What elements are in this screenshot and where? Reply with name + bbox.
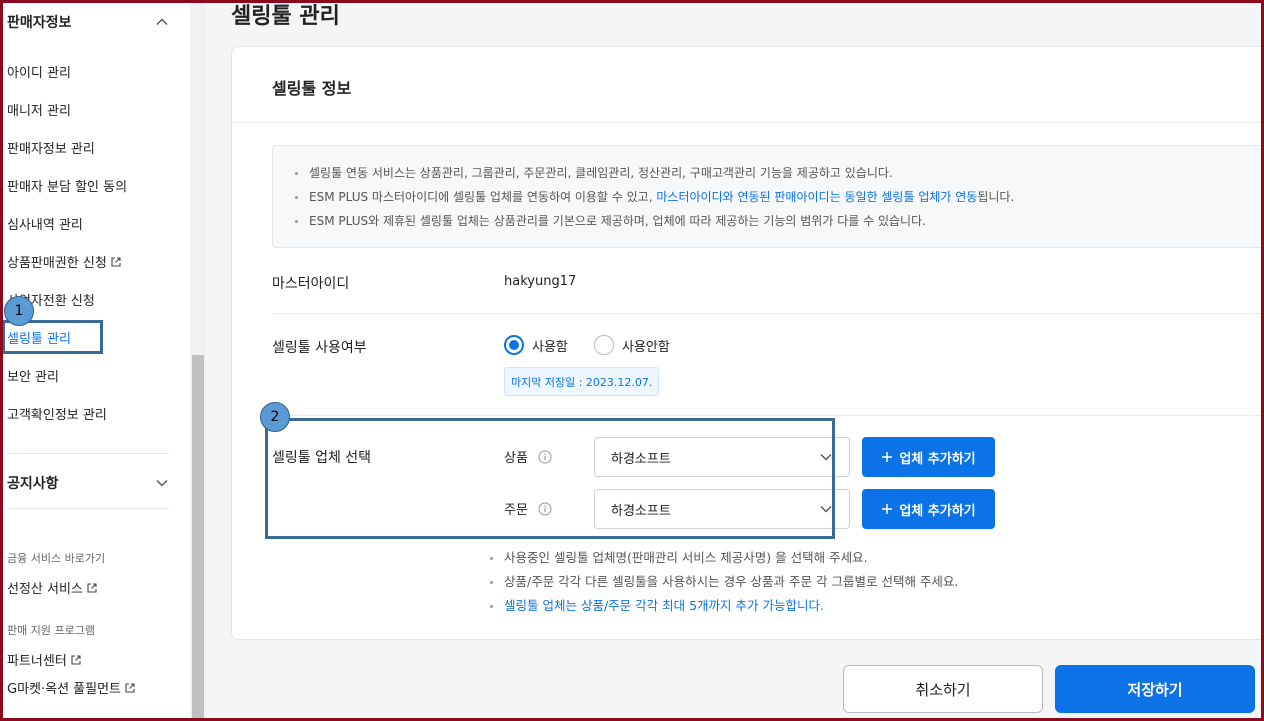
notice-highlight: 마스터아이디와 연동된 판매아이디는 동일한 셀링툴 업체가 연동 — [656, 190, 978, 204]
sidebar-item-discount-agreement[interactable]: 판매자 분담 할인 동의 — [7, 176, 127, 195]
card-title: 셀링툴 정보 — [272, 79, 352, 98]
sidebar-divider — [7, 453, 169, 454]
radio-nouse-label: 사용안함 — [622, 339, 670, 355]
save-button[interactable]: 저장하기 — [1055, 665, 1255, 713]
master-id-label: 마스터아이디 — [272, 276, 350, 292]
add-vendor-label: 업체 추가하기 — [899, 503, 976, 519]
guide-list: 사용중인 셀링툴 업체명(판매관리 서비스 제공사명) 을 선택해 주세요. 상… — [488, 546, 958, 618]
notice-line: 셀링툴 연동 서비스는 상품관리, 그룹관리, 주문관리, 클레임관리, 정산관… — [293, 161, 1264, 185]
sidebar-item-label: 상품판매권한 신청 — [7, 256, 107, 271]
chevron-down-icon — [156, 480, 168, 487]
plus-icon — [882, 452, 893, 462]
radio-nouse[interactable]: 사용안함 — [594, 335, 670, 355]
sidebar-section-notice-label: 공지사항 — [7, 476, 59, 492]
sidebar-item-label: 보안 관리 — [7, 370, 59, 385]
external-link-icon — [111, 256, 121, 267]
sidebar-section-notice[interactable]: 공지사항 — [7, 473, 169, 493]
guide-item: 상품/주문 각각 다른 셀링툴을 사용하시는 경우 상품과 주문 각 그룹별로 … — [488, 570, 958, 594]
radio-checked-indicator[interactable] — [504, 335, 524, 355]
sidebar-item-security[interactable]: 보안 관리 — [7, 366, 59, 385]
notice-line: ESM PLUS 마스터아이디에 셀링툴 업체를 연동하여 이용할 수 있고, … — [293, 185, 1264, 209]
row-divider — [272, 313, 1264, 314]
external-link-icon — [87, 582, 97, 593]
sidebar-item-seller-info[interactable]: 판매자정보 관리 — [7, 138, 95, 157]
finance-section-title: 금융 서비스 바로가기 — [7, 552, 106, 565]
main-content: 셀링툴 관리 셀링툴 정보 셀링툴 연동 서비스는 상품관리, 그룹관리, 주문… — [206, 0, 1264, 721]
sidebar-item-review-history[interactable]: 심사내역 관리 — [7, 214, 83, 233]
last-saved-badge: 마지막 저장일 : 2023.12.07. — [504, 367, 660, 396]
sidebar-item-label: 매니저 관리 — [7, 104, 71, 119]
support-section-title: 판매 지원 프로그램 — [7, 624, 95, 637]
sidebar-divider — [7, 508, 169, 509]
sidebar-item-label: 아이디 관리 — [7, 66, 71, 81]
notice-text: ESM PLUS 마스터아이디에 셀링툴 업체를 연동하여 이용할 수 있고, — [309, 190, 657, 204]
sidebar-item-id-management[interactable]: 아이디 관리 — [7, 62, 71, 81]
sidebar-item-customer-verification[interactable]: 고객확인정보 관리 — [7, 404, 107, 423]
sidebar-link-partner-center[interactable]: 파트너센터 — [7, 650, 82, 669]
sidebar-item-manager-management[interactable]: 매니저 관리 — [7, 100, 71, 119]
sidebar-item-label: 고객확인정보 관리 — [7, 408, 107, 423]
card-header: 셀링툴 정보 — [232, 47, 1264, 123]
notice-box: 셀링툴 연동 서비스는 상품관리, 그룹관리, 주문관리, 클레임관리, 정산관… — [272, 145, 1264, 248]
annotation-badge-1: 1 — [4, 296, 34, 326]
add-vendor-label: 업체 추가하기 — [899, 451, 976, 467]
sidebar-item-sales-permission[interactable]: 상품판매권한 신청 — [7, 252, 122, 271]
master-id-value: hakyung17 — [504, 274, 577, 289]
sidebar-link-label: G마켓·옥션 풀필먼트 — [7, 682, 122, 697]
annotation-box-2 — [265, 418, 835, 539]
sidebar-section-seller[interactable]: 판매자정보 — [7, 12, 169, 32]
sidebar-section-seller-label: 판매자정보 — [7, 15, 72, 31]
guide-item: 셀링툴 업체는 상품/주문 각각 최대 5개까지 추가 가능합니다. — [488, 594, 958, 618]
sidebar-item-label: 심사내역 관리 — [7, 218, 83, 233]
cancel-button[interactable]: 취소하기 — [843, 665, 1043, 713]
notice-line: ESM PLUS와 제휴된 셀링툴 업체는 상품관리를 기본으로 제공하며, 업… — [293, 209, 1264, 233]
external-link-icon — [125, 682, 135, 693]
usage-label: 셀링툴 사용여부 — [272, 340, 367, 356]
sidebar-link-label: 파트너센터 — [7, 654, 67, 669]
sidebar-link-prepayment[interactable]: 선정산 서비스 — [7, 578, 98, 597]
sidebar-item-label: 판매자정보 관리 — [7, 142, 95, 157]
page-title: 셀링툴 관리 — [231, 4, 340, 29]
add-product-vendor-button[interactable]: 업체 추가하기 — [862, 437, 995, 477]
row-divider — [272, 415, 1264, 416]
sidebar-link-label: 선정산 서비스 — [7, 582, 83, 597]
plus-icon — [882, 504, 893, 514]
add-order-vendor-button[interactable]: 업체 추가하기 — [862, 489, 995, 529]
sidebar-link-fulfillment[interactable]: G마켓·옥션 풀필먼트 — [7, 678, 136, 697]
annotation-badge-2: 2 — [260, 402, 290, 432]
radio-unchecked-indicator[interactable] — [594, 335, 614, 355]
sidebar-item-label: 판매자 분담 할인 동의 — [7, 180, 128, 195]
radio-use-label: 사용함 — [532, 339, 568, 355]
radio-use[interactable]: 사용함 — [504, 335, 568, 355]
sidebar-scrollbar-thumb[interactable] — [192, 355, 204, 721]
chevron-up-icon — [156, 18, 168, 25]
guide-item: 사용중인 셀링툴 업체명(판매관리 서비스 제공사명) 을 선택해 주세요. — [488, 546, 958, 570]
external-link-icon — [71, 654, 81, 665]
notice-text: 됩니다. — [977, 190, 1015, 204]
sidebar: 판매자정보 아이디 관리 매니저 관리 판매자정보 관리 판매자 분담 할인 동… — [0, 0, 190, 721]
